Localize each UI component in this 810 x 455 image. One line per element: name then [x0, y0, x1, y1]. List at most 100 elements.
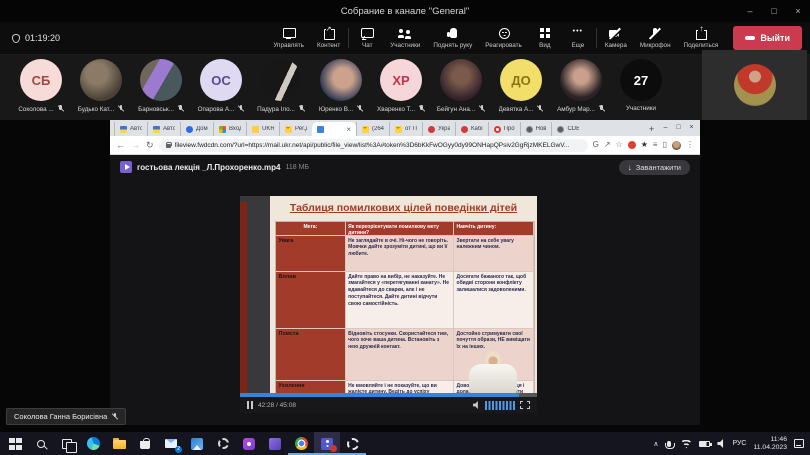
system-tray: ∧ РУС 11:46 11.04.2023 — [653, 436, 810, 452]
browser-tab[interactable]: от По × — [389, 122, 422, 136]
participants-button[interactable]: Участники — [385, 23, 425, 53]
toolbar-divider[interactable] — [596, 28, 597, 48]
browser-tab[interactable]: Авто × — [114, 122, 147, 136]
browser-close-button[interactable]: × — [685, 120, 698, 134]
browser-tab[interactable]: Кабі × — [455, 122, 488, 136]
browser-tab[interactable]: Авто × — [147, 122, 180, 136]
office-app-icon[interactable] — [262, 432, 288, 455]
table-goal-cell: Увага — [276, 236, 346, 272]
participant-tile[interactable]: Бейгун Ана... — [434, 59, 488, 113]
browser-tab[interactable]: Домо × — [180, 122, 213, 136]
content-button[interactable]: Контент — [312, 23, 345, 53]
browser-tab[interactable]: UKR. × — [246, 122, 279, 136]
photos-icon[interactable] — [184, 432, 210, 455]
chrome-icon[interactable] — [288, 432, 314, 455]
action-center-icon[interactable] — [794, 439, 804, 448]
tray-microphone-icon[interactable] — [667, 441, 671, 447]
tab-close-icon[interactable]: × — [346, 125, 351, 134]
taskbar-badge: 2 — [175, 446, 182, 453]
start-button[interactable] — [2, 432, 28, 455]
react-button[interactable]: Реагировать — [480, 23, 527, 53]
video-progress-bar[interactable] — [240, 393, 537, 397]
share-button[interactable]: Поделиться — [679, 23, 724, 53]
reading-list-icon[interactable]: ≡ — [653, 141, 658, 149]
browser-tab[interactable]: Рег.д × — [279, 122, 312, 136]
participant-tile[interactable]: ОС Опарова А... — [194, 59, 248, 113]
profile-avatar[interactable] — [672, 141, 681, 150]
participant-tile[interactable]: 27 Участники — [614, 59, 668, 113]
forward-icon[interactable]: → — [131, 141, 140, 150]
participant-tile[interactable]: Барновськ... — [134, 59, 188, 113]
hidden-icons-chevron[interactable]: ∧ — [653, 440, 658, 448]
tab-label: Авто — [130, 126, 142, 132]
file-explorer-icon[interactable] — [106, 432, 132, 455]
speaker-icon[interactable] — [473, 401, 480, 409]
participant-tile[interactable]: Юренко В... — [314, 59, 368, 113]
extension-pin-icon[interactable]: ★ — [641, 141, 648, 149]
toolbar-divider[interactable] — [348, 28, 349, 48]
restore-button[interactable]: □ — [762, 0, 786, 22]
browser-tab[interactable]: × — [312, 122, 356, 136]
participant-tile[interactable]: СБ Соколова ... — [14, 59, 68, 113]
settings-cog-icon[interactable] — [210, 432, 236, 455]
adblock-extension-icon[interactable] — [628, 141, 636, 149]
minimize-button[interactable]: – — [738, 0, 762, 22]
participant-tile[interactable]: ХР Хваренко Т... — [374, 59, 428, 113]
task-view-button[interactable] — [54, 432, 80, 455]
mail-icon[interactable]: 2 — [158, 432, 184, 455]
taskbar-clock[interactable]: 11:46 11.04.2023 — [753, 436, 787, 452]
settings-icon[interactable] — [340, 432, 366, 455]
browser-restore-button[interactable]: □ — [672, 120, 685, 134]
browser-tab[interactable]: CDBO × — [551, 122, 584, 136]
participant-tile[interactable]: Падура Іло... — [254, 59, 308, 113]
video-frame[interactable]: Таблиця помилкових цілей поведінки дітей… — [240, 196, 537, 393]
store-icon[interactable] — [132, 432, 158, 455]
bookmark-star-icon[interactable]: ☆ — [616, 141, 623, 149]
battery-icon[interactable] — [699, 441, 710, 447]
view-button[interactable]: Вид — [530, 23, 560, 53]
participant-tile[interactable]: Будько Кат... — [74, 59, 128, 113]
chat-button[interactable]: Чат — [352, 23, 382, 53]
self-video-tile[interactable] — [702, 50, 807, 120]
teams-icon[interactable] — [314, 432, 340, 455]
browser-tab[interactable]: Про × — [488, 122, 520, 136]
close-button[interactable]: × — [786, 0, 810, 22]
microphone-button[interactable]: Микрофон — [635, 23, 676, 53]
translate-icon[interactable]: G — [593, 141, 599, 149]
browser-menu-icon[interactable]: ⋮ — [686, 141, 694, 149]
address-bar[interactable]: fileview.fwdcdn.com/?url=https://mail.uk… — [159, 139, 588, 152]
edge-icon[interactable] — [80, 432, 106, 455]
more-button[interactable]: Еще — [563, 23, 593, 53]
participant-tile[interactable]: Амбур Мар... — [554, 59, 608, 113]
browser-tab[interactable]: Нов × — [520, 122, 552, 136]
participant-name: Барновськ... — [138, 106, 174, 113]
search-button[interactable] — [28, 432, 54, 455]
back-icon[interactable]: ← — [116, 141, 125, 150]
share-page-icon[interactable]: ↗ — [604, 141, 611, 149]
fullscreen-button[interactable] — [520, 401, 530, 409]
sidebar-icon[interactable]: ▯ — [663, 141, 667, 149]
participant-tile[interactable]: ДО Девятка А... — [494, 59, 548, 113]
paint3d-icon[interactable] — [236, 432, 262, 455]
table-row: Увага Не заглядайте в очі. Ні-чого не го… — [276, 236, 534, 272]
tab-label: Авто — [163, 126, 175, 132]
language-indicator[interactable]: РУС — [732, 440, 746, 447]
browser-minimize-button[interactable]: – — [659, 120, 672, 134]
camera-button[interactable]: Камера — [600, 23, 632, 53]
download-button[interactable]: ↓ Завантажити — [619, 160, 690, 175]
browser-tab[interactable]: (264) × — [356, 122, 389, 136]
volume-icon[interactable] — [717, 439, 725, 448]
browser-tab[interactable]: Укра × — [422, 122, 455, 136]
pause-button[interactable] — [247, 401, 253, 409]
avatar-initials: ОС — [211, 73, 231, 88]
browser-tab[interactable]: Вход × — [213, 122, 246, 136]
leave-label: Выйти — [760, 33, 790, 43]
manage-button[interactable]: Управлять — [268, 23, 309, 53]
raise-hand-button[interactable]: Поднять руку — [428, 23, 477, 53]
wifi-icon[interactable] — [680, 439, 692, 449]
volume-bars[interactable] — [485, 401, 515, 410]
leave-button[interactable]: Выйти — [733, 26, 802, 50]
new-tab-button[interactable] — [646, 124, 658, 136]
toolbar-icon — [281, 27, 297, 40]
reload-icon[interactable]: ↻ — [146, 141, 154, 150]
